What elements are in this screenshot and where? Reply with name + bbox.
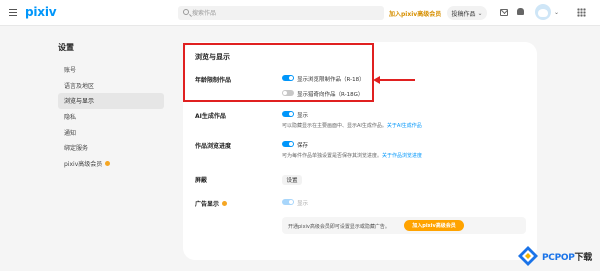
ads-label: 广告显示 (195, 199, 228, 208)
avatar[interactable] (535, 4, 551, 20)
sidebar-item-label: 语言及地区 (64, 82, 95, 90)
progress-toggle-label: 保存 (297, 143, 309, 149)
progress-toggle[interactable] (282, 141, 294, 147)
sidebar-item-browsing[interactable]: 浏览与显示 (58, 93, 164, 109)
ads-label-text: 广告显示 (195, 201, 220, 208)
mute-settings-button[interactable]: 设置 (282, 175, 302, 185)
sidebar-item-label: 浏览与显示 (64, 98, 95, 106)
ai-toggle-label: 显示 (297, 113, 309, 119)
ai-description: 可以隐藏显示在主要画面中、显示AI生成作品。关于AI生成作品 (282, 122, 422, 129)
sidebar-item-label: 账号 (64, 67, 77, 75)
sidebar-item-notifications[interactable]: 通知 (58, 124, 164, 140)
search-input[interactable]: 搜索作品 (178, 6, 384, 20)
sidebar-item-account[interactable]: 账号 (58, 62, 164, 78)
settings-sidebar: 账号 语言及地区 浏览与显示 隐私 通知 绑定服务 pixiv高级会员 (58, 62, 164, 171)
avatar-chevron-icon[interactable]: ⌄ (554, 9, 559, 16)
r18g-toggle[interactable] (282, 90, 294, 96)
ads-toggle (282, 199, 294, 205)
settings-title: 设置 (58, 43, 74, 52)
top-bar: pixiv 搜索作品 加入pixiv高级会员 投稿作品 ⌄ ⌄ (0, 0, 600, 26)
premium-promo-text: 开通pixiv高级会员即可设置显示或隐藏广告。 (288, 224, 390, 230)
progress-label: 作品浏览进度 (195, 143, 232, 150)
chevron-down-icon: ⌄ (477, 9, 483, 17)
post-button-label: 投稿作品 (451, 10, 476, 18)
progress-description-link[interactable]: 关于作品浏览进度 (382, 153, 422, 159)
sidebar-item-label: 隐私 (64, 114, 77, 122)
search-placeholder: 搜索作品 (192, 10, 217, 17)
watermark-suffix: 下载 (574, 253, 593, 263)
section-title: 浏览与显示 (195, 53, 230, 61)
watermark-brand: PCPOP (542, 253, 575, 263)
r18g-option-label: 显示猎奇向作品（R-18G） (297, 92, 364, 98)
sidebar-item-premium[interactable]: pixiv高级会员 (58, 156, 164, 172)
app-grid-icon[interactable] (577, 8, 586, 17)
arrow-head-icon (373, 76, 380, 84)
mute-label: 屏蔽 (195, 177, 208, 184)
pixiv-logo[interactable]: pixiv (25, 5, 57, 19)
ai-description-link[interactable]: 关于AI生成作品 (387, 123, 422, 129)
r18-toggle[interactable] (282, 75, 294, 81)
avatar-face (538, 9, 548, 17)
join-premium-button[interactable]: 加入pixiv高级会员 (404, 220, 464, 231)
ai-works-label: AI生成作品 (195, 113, 226, 120)
menu-icon[interactable] (9, 9, 17, 16)
sidebar-item-label: pixiv高级会员 (64, 160, 103, 168)
progress-description: 可为每件作品单独设置是否保存其浏览进度。关于作品浏览进度 (282, 152, 422, 159)
pcpop-logo-icon (518, 246, 538, 266)
watermark-text: PCPOP下载 (542, 250, 592, 263)
post-button[interactable]: 投稿作品 ⌄ (447, 6, 487, 20)
sidebar-item-privacy[interactable]: 隐私 (58, 109, 164, 125)
sidebar-item-label: 绑定服务 (64, 145, 89, 153)
ads-toggle-label: 显示 (297, 201, 309, 207)
premium-link[interactable]: 加入pixiv高级会员 (389, 9, 441, 18)
ai-toggle[interactable] (282, 111, 294, 117)
bell-icon[interactable] (517, 8, 524, 15)
sidebar-item-language[interactable]: 语言及地区 (58, 78, 164, 94)
premium-badge-icon (222, 201, 228, 206)
mail-icon[interactable] (500, 9, 508, 16)
search-icon (183, 9, 189, 15)
age-restriction-label: 年龄限制作品 (195, 77, 232, 84)
sidebar-item-label: 通知 (64, 129, 77, 137)
r18-option-label: 显示浏览限制作品（R-18） (297, 77, 365, 83)
annotation-arrow (377, 79, 415, 81)
progress-description-text: 可为每件作品单独设置是否保存其浏览进度。 (282, 153, 383, 159)
sidebar-item-linked-services[interactable]: 绑定服务 (58, 140, 164, 156)
ai-description-text: 可以隐藏显示在主要画面中、显示AI生成作品。 (282, 123, 387, 129)
premium-badge-icon (105, 160, 111, 166)
